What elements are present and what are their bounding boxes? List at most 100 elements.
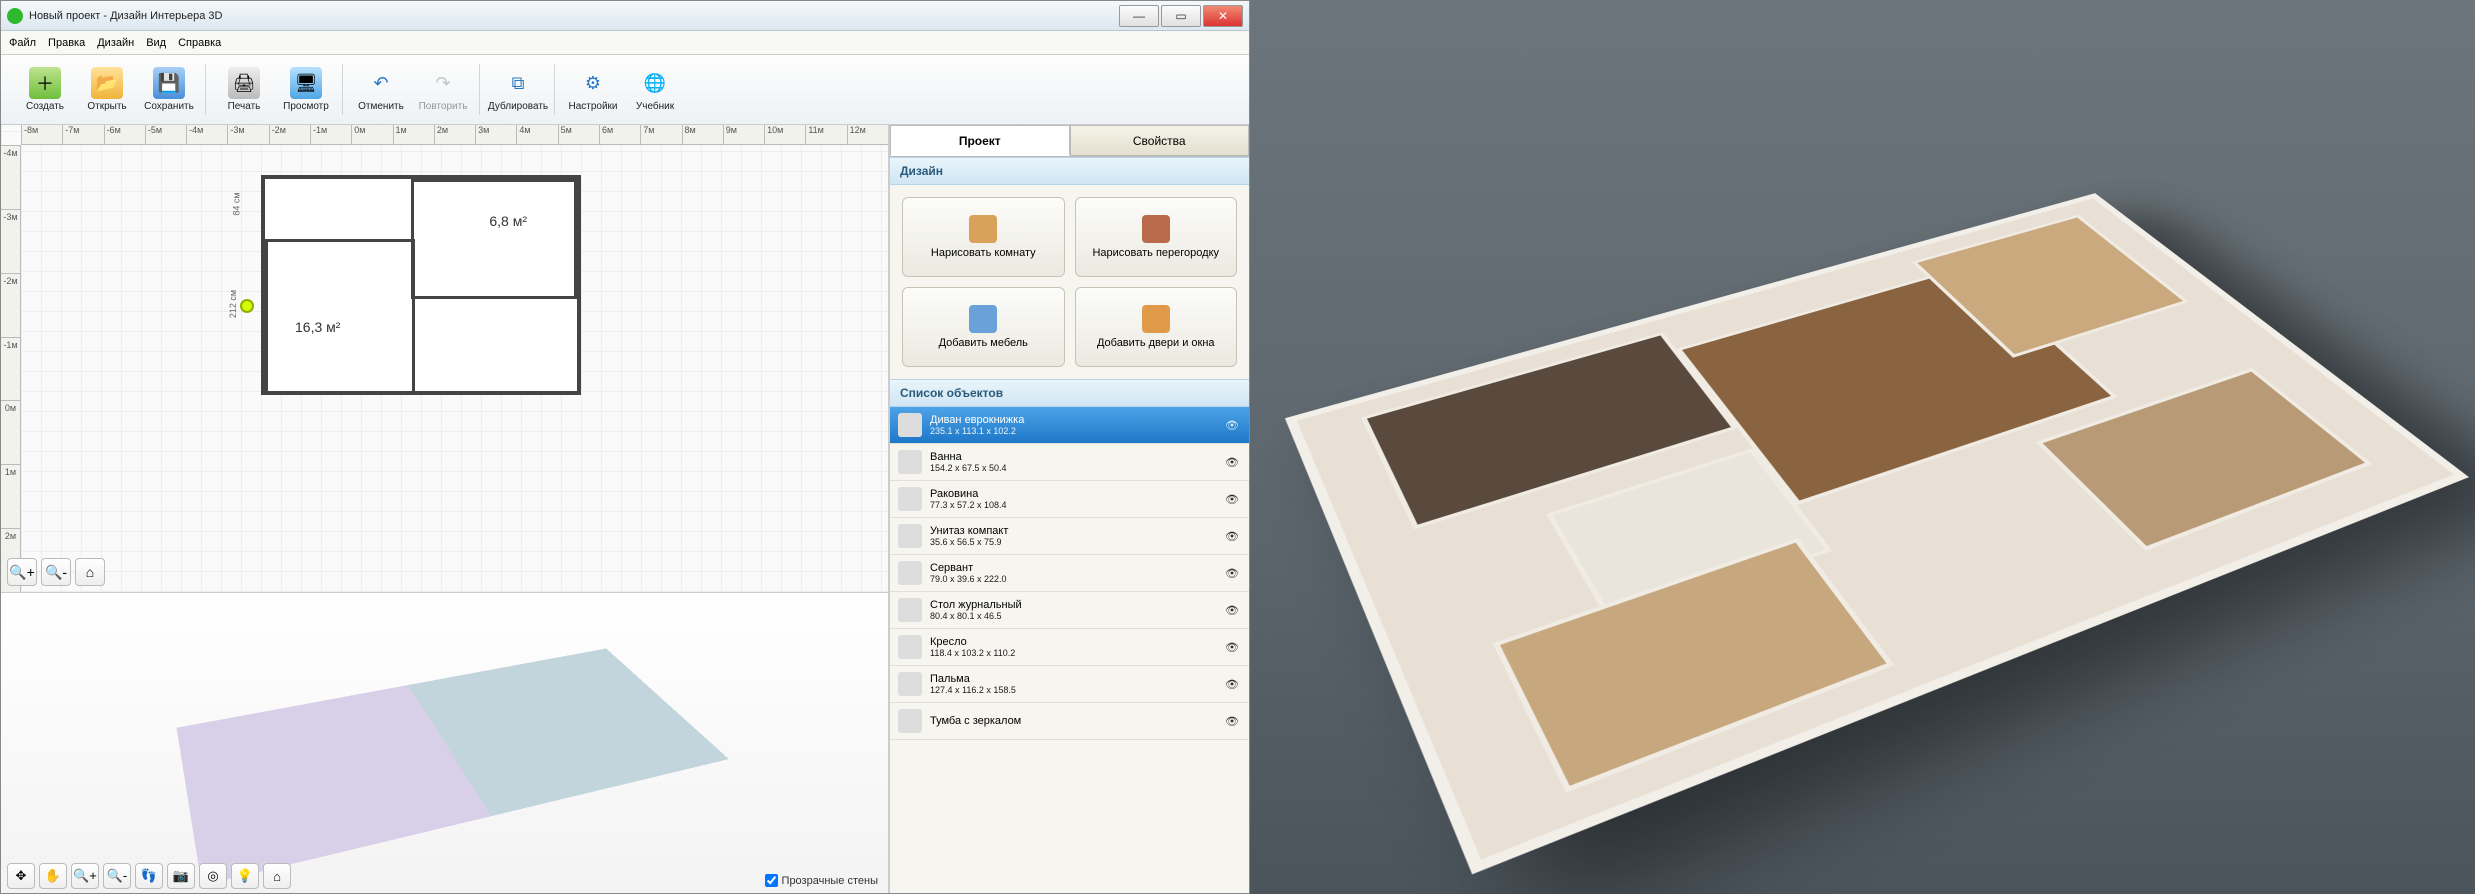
undo-button[interactable]: ↶ Отменить: [351, 64, 411, 115]
list-item[interactable]: Ванна154.2 x 67.5 x 50.4👁: [890, 444, 1249, 481]
camera-button[interactable]: 📷: [167, 863, 195, 889]
minimize-button[interactable]: —: [1119, 5, 1159, 27]
pan-button[interactable]: ✋: [39, 863, 67, 889]
object-thumb-icon: [898, 524, 922, 548]
menu-help[interactable]: Справка: [178, 37, 221, 49]
visibility-eye-icon[interactable]: 👁: [1223, 493, 1241, 506]
menu-file[interactable]: Файл: [9, 37, 36, 49]
add-furniture-button[interactable]: Добавить мебель: [902, 287, 1065, 367]
list-item[interactable]: Тумба с зеркалом 👁: [890, 703, 1249, 740]
window-title: Новый проект - Дизайн Интерьера 3D: [29, 10, 222, 22]
ruler-tick: 3м: [475, 125, 516, 144]
visibility-eye-icon[interactable]: 👁: [1223, 456, 1241, 469]
globe-icon: 🌐: [639, 67, 671, 99]
selection-handle[interactable]: [240, 299, 254, 313]
tutorial-button[interactable]: 🌐 Учебник: [625, 64, 685, 115]
redo-icon: ↷: [427, 67, 459, 99]
ruler-vertical: -4м-3м-2м-1м0м1м2м: [1, 145, 21, 592]
object-name: Тумба с зеркалом: [930, 715, 1215, 727]
transparent-walls-checkbox[interactable]: Прозрачные стены: [765, 874, 878, 887]
list-item[interactable]: Раковина77.3 x 57.2 x 108.4👁: [890, 481, 1249, 518]
room-2[interactable]: [411, 179, 577, 299]
ruler-tick: 1м: [1, 464, 20, 528]
plan-view-2d[interactable]: -8м-7м-6м-5м-4м-3м-2м-1м0м1м2м3м4м5м6м7м…: [1, 125, 888, 593]
view-mode-button[interactable]: ◎: [199, 863, 227, 889]
zoom-out-3d-button[interactable]: 🔍-: [103, 863, 131, 889]
object-list[interactable]: Диван еврокнижка235.1 x 113.1 x 102.2👁Ва…: [890, 407, 1249, 893]
preview-button[interactable]: 🖥 Просмотр: [276, 64, 336, 115]
ruler-tick: 9м: [723, 125, 764, 144]
zoom-out-button[interactable]: 🔍-: [41, 558, 71, 586]
tab-properties[interactable]: Свойства: [1070, 125, 1250, 156]
orbit-button[interactable]: ✥: [7, 863, 35, 889]
dim-label-v: 212 см: [228, 290, 238, 318]
floorplan[interactable]: 16,3 м² 6,8 м² 84 см 212 см: [261, 175, 581, 395]
object-dimensions: 35.6 x 56.5 x 75.9: [930, 537, 1215, 547]
settings-button[interactable]: ⚙ Настройки: [563, 64, 623, 115]
list-item[interactable]: Диван еврокнижка235.1 x 113.1 x 102.2👁: [890, 407, 1249, 444]
room-1[interactable]: [265, 239, 415, 395]
menu-view[interactable]: Вид: [146, 37, 166, 49]
open-button[interactable]: 📂 Открыть: [77, 64, 137, 115]
visibility-eye-icon[interactable]: 👁: [1223, 604, 1241, 617]
transparent-walls-input[interactable]: [765, 874, 778, 887]
view-3d[interactable]: ✥ ✋ 🔍+ 🔍- 👣 📷 ◎ 💡 ⌂ Прозрачные стены: [1, 593, 888, 893]
print-button[interactable]: 🖨 Печать: [214, 64, 274, 115]
object-dimensions: 80.4 x 80.1 x 46.5: [930, 611, 1215, 621]
visibility-eye-icon[interactable]: 👁: [1223, 530, 1241, 543]
object-dimensions: 127.4 x 116.2 x 158.5: [930, 685, 1215, 695]
visibility-eye-icon[interactable]: 👁: [1223, 567, 1241, 580]
object-name: Унитаз компакт: [930, 525, 1215, 537]
monitor-icon: 🖥: [290, 67, 322, 99]
ruler-tick: 4м: [516, 125, 557, 144]
add-doors-button[interactable]: Добавить двери и окна: [1075, 287, 1238, 367]
create-button[interactable]: ＋ Создать: [15, 64, 75, 115]
ruler-tick: 8м: [682, 125, 723, 144]
ruler-tick: 12м: [847, 125, 888, 144]
toolbar: ＋ Создать 📂 Открыть 💾 Сохранить 🖨 Печать…: [1, 55, 1249, 125]
visibility-eye-icon[interactable]: 👁: [1223, 641, 1241, 654]
list-item[interactable]: Стол журнальный80.4 x 80.1 x 46.5👁: [890, 592, 1249, 629]
object-dimensions: 154.2 x 67.5 x 50.4: [930, 463, 1215, 473]
list-item[interactable]: Унитаз компакт35.6 x 56.5 x 75.9 👁: [890, 518, 1249, 555]
visibility-eye-icon[interactable]: 👁: [1223, 678, 1241, 691]
object-thumb-icon: [898, 413, 922, 437]
view3d-toolbar: ✥ ✋ 🔍+ 🔍- 👣 📷 ◎ 💡 ⌂: [7, 863, 291, 889]
object-dimensions: 235.1 x 113.1 x 102.2: [930, 426, 1215, 436]
draw-room-button[interactable]: Нарисовать комнату: [902, 197, 1065, 277]
home-button[interactable]: ⌂: [75, 558, 105, 586]
zoom-in-3d-button[interactable]: 🔍+: [71, 863, 99, 889]
object-thumb-icon: [898, 450, 922, 474]
draw-partition-button[interactable]: Нарисовать перегородку: [1075, 197, 1238, 277]
ruler-tick: -2м: [269, 125, 310, 144]
save-button[interactable]: 💾 Сохранить: [139, 64, 199, 115]
menu-edit[interactable]: Правка: [48, 37, 85, 49]
duplicate-icon: ⧉: [502, 67, 534, 99]
close-button[interactable]: ✕: [1203, 5, 1243, 27]
zoom-in-button[interactable]: 🔍+: [7, 558, 37, 586]
ruler-tick: 6м: [599, 125, 640, 144]
undo-icon: ↶: [365, 67, 397, 99]
light-button[interactable]: 💡: [231, 863, 259, 889]
ruler-tick: 0м: [351, 125, 392, 144]
area-label-1: 16,3 м²: [295, 319, 340, 335]
object-thumb-icon: [898, 598, 922, 622]
menubar: Файл Правка Дизайн Вид Справка: [1, 31, 1249, 55]
list-item[interactable]: Кресло118.4 x 103.2 x 110.2👁: [890, 629, 1249, 666]
list-item[interactable]: Пальма127.4 x 116.2 x 158.5👁: [890, 666, 1249, 703]
object-thumb-icon: [898, 709, 922, 733]
maximize-button[interactable]: ▭: [1161, 5, 1201, 27]
app-icon: [7, 8, 23, 24]
tab-project[interactable]: Проект: [890, 125, 1070, 156]
redo-button[interactable]: ↷ Повторить: [413, 64, 473, 115]
object-dimensions: 77.3 x 57.2 x 108.4: [930, 500, 1215, 510]
reset-view-button[interactable]: ⌂: [263, 863, 291, 889]
ruler-tick: -7м: [62, 125, 103, 144]
visibility-eye-icon[interactable]: 👁: [1223, 715, 1241, 728]
object-dimensions: 118.4 x 103.2 x 110.2: [930, 648, 1215, 658]
list-item[interactable]: Сервант79.0 x 39.6 x 222.0👁: [890, 555, 1249, 592]
duplicate-button[interactable]: ⧉ Дублировать: [488, 64, 548, 115]
visibility-eye-icon[interactable]: 👁: [1223, 419, 1241, 432]
menu-design[interactable]: Дизайн: [97, 37, 134, 49]
walk-button[interactable]: 👣: [135, 863, 163, 889]
